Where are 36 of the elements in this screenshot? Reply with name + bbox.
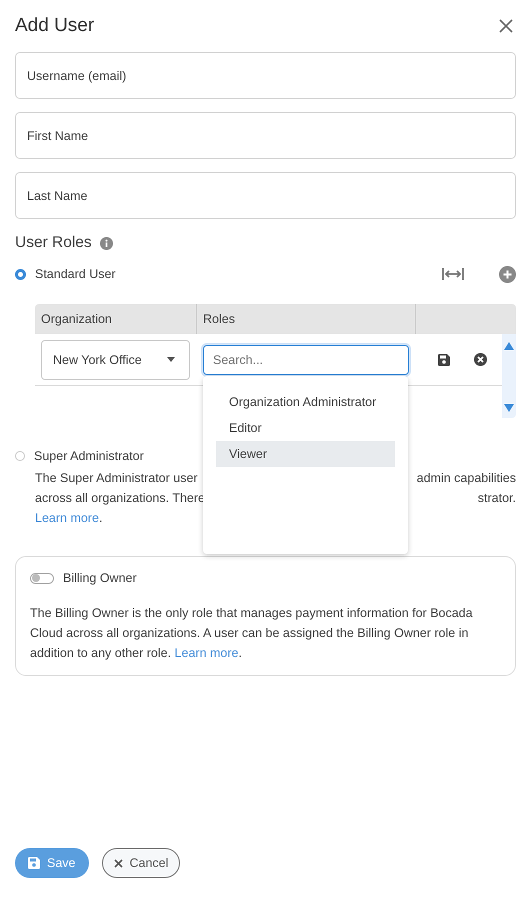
dropdown-option[interactable]: Viewer bbox=[216, 441, 395, 467]
text-field[interactable]: First Name bbox=[15, 112, 516, 159]
add-icon[interactable] bbox=[499, 266, 516, 282]
roles-search-field[interactable]: Search... bbox=[203, 344, 409, 374]
section-heading: User Roles bbox=[15, 234, 92, 252]
dropdown-option[interactable]: Organization Administrator bbox=[216, 389, 395, 415]
scrollbar[interactable] bbox=[502, 334, 516, 418]
radio-label: Super Administrator bbox=[34, 449, 144, 463]
info-icon[interactable] bbox=[100, 236, 113, 250]
dropdown-option[interactable]: Editor bbox=[216, 415, 395, 441]
radio-button[interactable] bbox=[15, 268, 26, 280]
description-text: strator. bbox=[478, 490, 516, 507]
column-header: Organization bbox=[35, 304, 197, 334]
toggle-label: Billing Owner bbox=[63, 571, 137, 585]
dialog-title: Add User bbox=[15, 15, 94, 37]
column-header: Roles bbox=[197, 304, 416, 334]
scroll-up-icon[interactable] bbox=[504, 342, 514, 350]
description-text: admin capabilities bbox=[416, 470, 516, 487]
save-icon[interactable] bbox=[438, 354, 450, 366]
radio-label: Standard User bbox=[35, 267, 116, 281]
cancel-button[interactable]: Cancel bbox=[102, 848, 180, 878]
remove-icon[interactable] bbox=[474, 353, 487, 366]
close-icon[interactable] bbox=[498, 18, 514, 34]
description-text: The Super Administrator user bbox=[35, 470, 198, 487]
organization-dropdown[interactable]: New York Office bbox=[41, 340, 190, 380]
scroll-down-icon[interactable] bbox=[504, 404, 514, 412]
save-icon bbox=[28, 857, 40, 869]
radio-button[interactable] bbox=[15, 451, 25, 461]
toggle-switch[interactable] bbox=[30, 572, 54, 584]
caret-icon bbox=[167, 357, 175, 362]
expand-width-icon[interactable] bbox=[442, 267, 464, 281]
billing-description: The Billing Owner is the only role that manages payment information for Bocada Cloud across all organizations. A user can be assigned the Billing Owner role in addition to any other role. Learn more. bbox=[30, 605, 474, 662]
text-field[interactable]: Last Name bbox=[15, 172, 516, 219]
close-icon bbox=[114, 858, 122, 868]
text-field[interactable]: Username (email) bbox=[15, 52, 516, 99]
period-text: . bbox=[98, 511, 102, 525]
